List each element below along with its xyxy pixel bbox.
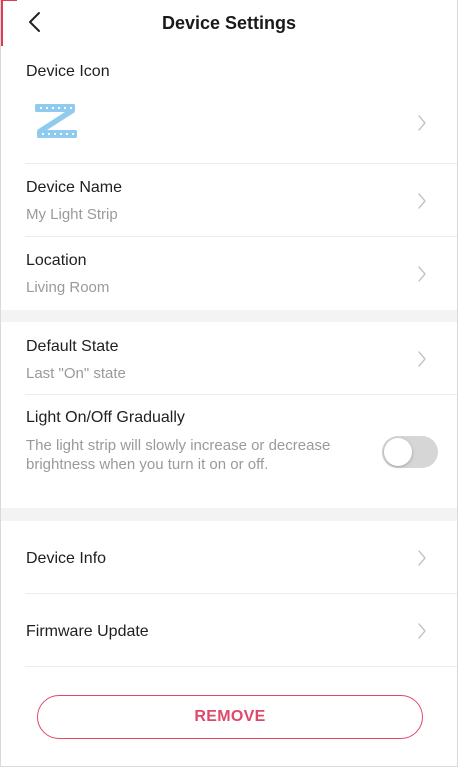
- chevron-right-icon: [418, 351, 426, 367]
- firmware-update-label: Firmware Update: [26, 623, 149, 640]
- remove-button[interactable]: REMOVE: [37, 695, 423, 739]
- device-name-row[interactable]: Device Name My Light Strip: [1, 164, 457, 237]
- device-name-label: Device Name: [26, 179, 123, 196]
- gradual-toggle[interactable]: [382, 436, 438, 468]
- row-divider: [25, 666, 457, 667]
- device-info-row[interactable]: Device Info: [1, 521, 457, 594]
- device-settings-screen: Device Settings Device Icon Device Name …: [0, 0, 458, 767]
- location-row[interactable]: Location Living Room: [1, 237, 457, 310]
- default-state-row[interactable]: Default State Last "On" state: [1, 322, 457, 395]
- chevron-right-icon: [418, 193, 426, 209]
- chevron-right-icon: [418, 550, 426, 566]
- gradual-description: The light strip will slowly increase or …: [26, 437, 331, 473]
- toggle-knob: [384, 438, 412, 466]
- chevron-right-icon: [418, 266, 426, 282]
- device-name-value: My Light Strip: [26, 206, 118, 223]
- section-separator: [1, 310, 457, 322]
- firmware-update-row[interactable]: Firmware Update: [1, 594, 457, 667]
- chevron-right-icon: [418, 623, 426, 639]
- chevron-right-icon: [418, 115, 426, 131]
- device-info-label: Device Info: [26, 550, 107, 567]
- gradual-label: Light On/Off Gradually: [26, 409, 185, 426]
- section-separator: [1, 508, 457, 521]
- location-label: Location: [26, 252, 87, 269]
- default-state-value: Last "On" state: [26, 365, 126, 382]
- default-state-label: Default State: [26, 338, 119, 355]
- header: Device Settings: [1, 0, 457, 48]
- location-value: Living Room: [26, 279, 110, 296]
- device-icon-label: Device Icon: [26, 63, 110, 80]
- page-title: Device Settings: [161, 13, 297, 33]
- light-strip-z-icon: [35, 104, 77, 138]
